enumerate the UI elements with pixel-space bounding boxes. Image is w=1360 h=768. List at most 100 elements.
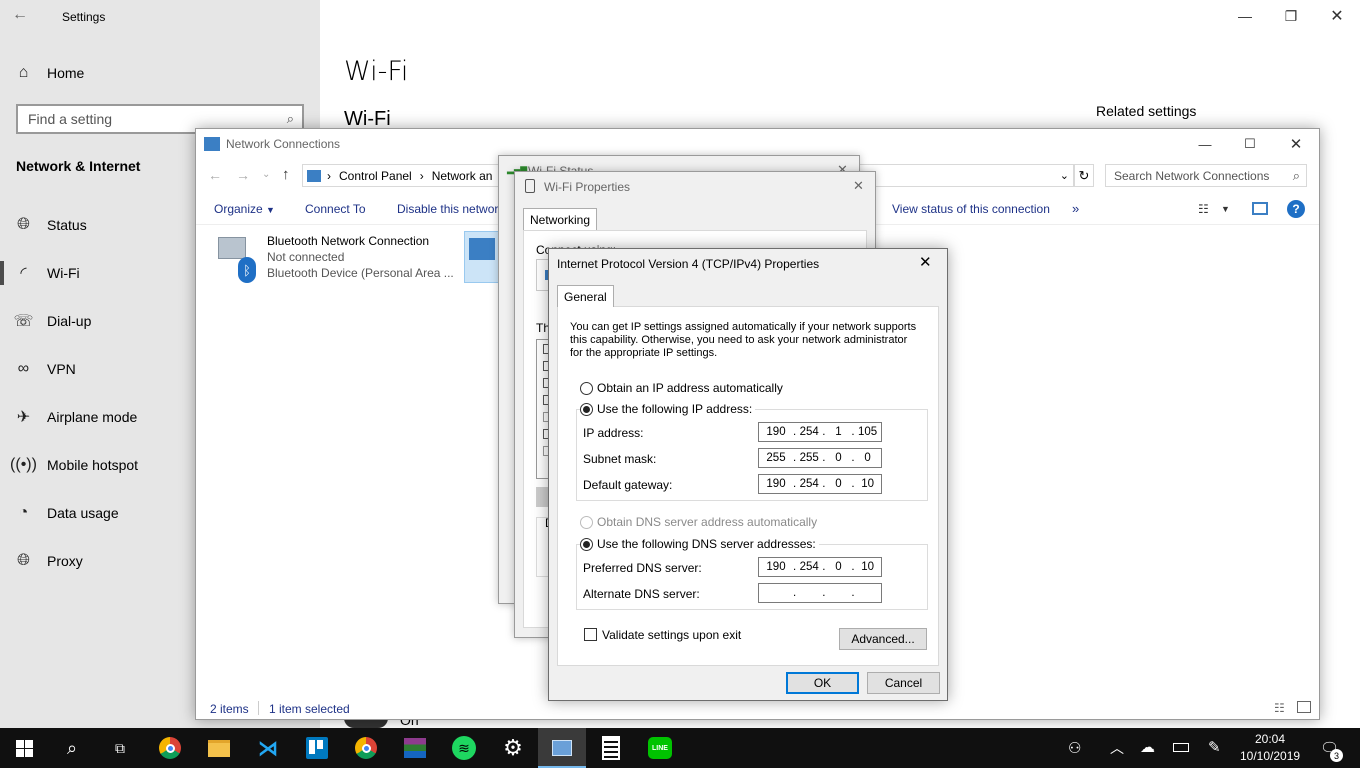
- restore-icon[interactable]: ❐: [1268, 0, 1314, 32]
- use-dns-label: Use the following DNS server addresses:: [597, 537, 816, 551]
- breadcrumb-control-panel[interactable]: Control Panel: [339, 169, 412, 183]
- home-label: Home: [47, 65, 85, 81]
- wifi-adapter-item[interactable]: [464, 231, 500, 283]
- ip-address-field[interactable]: 190. 254. 1. 105: [758, 422, 882, 442]
- connection-name[interactable]: Bluetooth Network Connection: [267, 234, 429, 248]
- line-icon[interactable]: LINE: [636, 728, 684, 768]
- related-settings-heading: Related settings: [1096, 103, 1197, 119]
- bluetooth-network-item-icon[interactable]: ᛒ: [214, 233, 256, 283]
- obtain-ip-radio[interactable]: Obtain an IP address automatically: [580, 381, 783, 395]
- subnet-mask-field[interactable]: 255. 255. 0. 0: [758, 448, 882, 468]
- default-gateway-field[interactable]: 190. 254. 0. 10: [758, 474, 882, 494]
- battery-icon[interactable]: [1173, 743, 1189, 752]
- close-icon[interactable]: ✕: [1273, 129, 1319, 159]
- view-dropdown-icon[interactable]: ▼: [1221, 204, 1230, 214]
- intro-text: You can get IP settings assigned automat…: [570, 321, 930, 360]
- task-view-icon[interactable]: ⧉: [96, 728, 144, 768]
- clock-date[interactable]: 10/10/2019: [1240, 749, 1300, 763]
- status-item-count: 2 items: [210, 702, 249, 716]
- refresh-icon[interactable]: ↻: [1074, 164, 1094, 187]
- wifi-properties-title: Wi-Fi Properties: [544, 180, 631, 194]
- spotify-icon[interactable]: ≋: [440, 728, 488, 768]
- taskbar: ⌕ ⧉ ⋊ ≋ ⚙ LINE ⚇ ︿ ☁ ✎ 20:04 10/10/2019 …: [0, 728, 1360, 768]
- use-ip-radio[interactable]: Use the following IP address:: [580, 402, 756, 416]
- obtain-dns-radio[interactable]: Obtain DNS server address automatically: [580, 515, 817, 529]
- back-arrow-icon[interactable]: ←: [12, 6, 36, 26]
- network-folder-icon: [204, 137, 220, 151]
- home-nav-item[interactable]: ⌂ Home: [0, 49, 320, 97]
- address-dropdown-icon[interactable]: ⌄: [1060, 169, 1069, 182]
- alternate-dns-field[interactable]: ...: [758, 583, 882, 603]
- settings-title: Settings: [62, 10, 106, 24]
- nav-label: Data usage: [47, 505, 119, 521]
- disable-network-button[interactable]: Disable this networ: [397, 202, 498, 216]
- search-network-input[interactable]: Search Network Connections ⌕: [1105, 164, 1307, 187]
- intro-line: You can get IP settings assigned automat…: [570, 321, 917, 333]
- organize-label: Organize: [214, 202, 263, 216]
- trello-icon[interactable]: [293, 728, 341, 768]
- chevron-up-icon[interactable]: ︿: [1110, 738, 1124, 758]
- adapter-icon: [525, 179, 535, 193]
- breadcrumb-network[interactable]: Network an: [432, 169, 493, 183]
- more-commands-button[interactable]: »: [1072, 201, 1079, 216]
- tab-networking[interactable]: Networking: [523, 208, 598, 230]
- octet: 254: [799, 478, 819, 490]
- chevron-right-icon: ›: [419, 168, 424, 183]
- pen-workspace-icon[interactable]: ✎: [1208, 738, 1221, 756]
- details-view-icon[interactable]: ☷: [1274, 701, 1285, 715]
- network-connections-taskbar-icon[interactable]: [538, 728, 586, 768]
- minimize-icon[interactable]: —: [1182, 129, 1228, 159]
- advanced-button[interactable]: Advanced...: [839, 628, 927, 650]
- calculator-icon[interactable]: [587, 728, 635, 768]
- bluetooth-icon: ᛒ: [238, 257, 256, 283]
- close-icon[interactable]: ✕: [1314, 0, 1360, 32]
- up-arrow-icon[interactable]: ↑: [282, 166, 290, 183]
- ok-button[interactable]: OK: [786, 672, 859, 694]
- alternate-dns-label: Alternate DNS server:: [583, 587, 700, 601]
- organize-button[interactable]: Organize ▼: [214, 202, 275, 216]
- tab-general[interactable]: General: [557, 285, 614, 307]
- large-icons-view-icon[interactable]: [1297, 701, 1311, 713]
- general-panel: You can get IP settings assigned automat…: [557, 306, 939, 666]
- control-panel-icon: [307, 169, 321, 182]
- connection-device: Bluetooth Device (Personal Area ...: [267, 266, 454, 280]
- close-icon[interactable]: ✕: [919, 253, 932, 271]
- chrome-icon[interactable]: [146, 728, 194, 768]
- octet: 0: [835, 452, 842, 464]
- search-icon[interactable]: ⌕: [48, 728, 96, 768]
- nav-label: Mobile hotspot: [47, 457, 139, 473]
- page-title: Wi-Fi: [344, 56, 409, 87]
- preview-pane-icon[interactable]: [1252, 202, 1268, 215]
- radio-circle: [580, 402, 593, 416]
- people-icon[interactable]: ⚇: [1068, 739, 1081, 757]
- clock-time[interactable]: 20:04: [1244, 732, 1296, 746]
- nav-label: Status: [47, 217, 87, 233]
- windows-logo-icon: [15, 739, 33, 757]
- use-dns-radio[interactable]: Use the following DNS server addresses:: [580, 537, 819, 551]
- file-explorer-icon[interactable]: [195, 728, 243, 768]
- close-icon[interactable]: ✕: [853, 178, 864, 194]
- settings-gear-icon[interactable]: ⚙: [489, 728, 537, 768]
- change-view-icon[interactable]: ☷: [1198, 202, 1209, 216]
- maximize-icon[interactable]: ☐: [1227, 129, 1273, 159]
- winrar-icon[interactable]: [391, 728, 439, 768]
- validate-checkbox[interactable]: [584, 628, 597, 641]
- help-icon[interactable]: ?: [1287, 200, 1305, 218]
- vscode-icon[interactable]: ⋊: [244, 728, 292, 768]
- cancel-button[interactable]: Cancel: [867, 672, 940, 694]
- connect-to-button[interactable]: Connect To: [305, 202, 366, 216]
- search-icon: ⌕: [1292, 167, 1300, 183]
- view-status-button[interactable]: View status of this connection: [892, 202, 1050, 216]
- obtain-ip-label: Obtain an IP address automatically: [597, 381, 783, 395]
- preferred-dns-field[interactable]: 190. 254. 0. 10: [758, 557, 882, 577]
- search-icon: ⌕: [286, 111, 294, 126]
- recent-chevron-icon[interactable]: ⌄: [262, 169, 270, 180]
- octet: 0: [864, 452, 871, 464]
- minimize-icon[interactable]: —: [1222, 0, 1268, 32]
- onedrive-cloud-icon[interactable]: ☁: [1140, 738, 1155, 756]
- chrome-icon[interactable]: [342, 728, 390, 768]
- nav-forward-icon[interactable]: →: [236, 167, 250, 183]
- start-button[interactable]: [0, 728, 48, 768]
- nav-back-icon[interactable]: ←: [208, 167, 222, 183]
- octet: 255: [766, 452, 786, 464]
